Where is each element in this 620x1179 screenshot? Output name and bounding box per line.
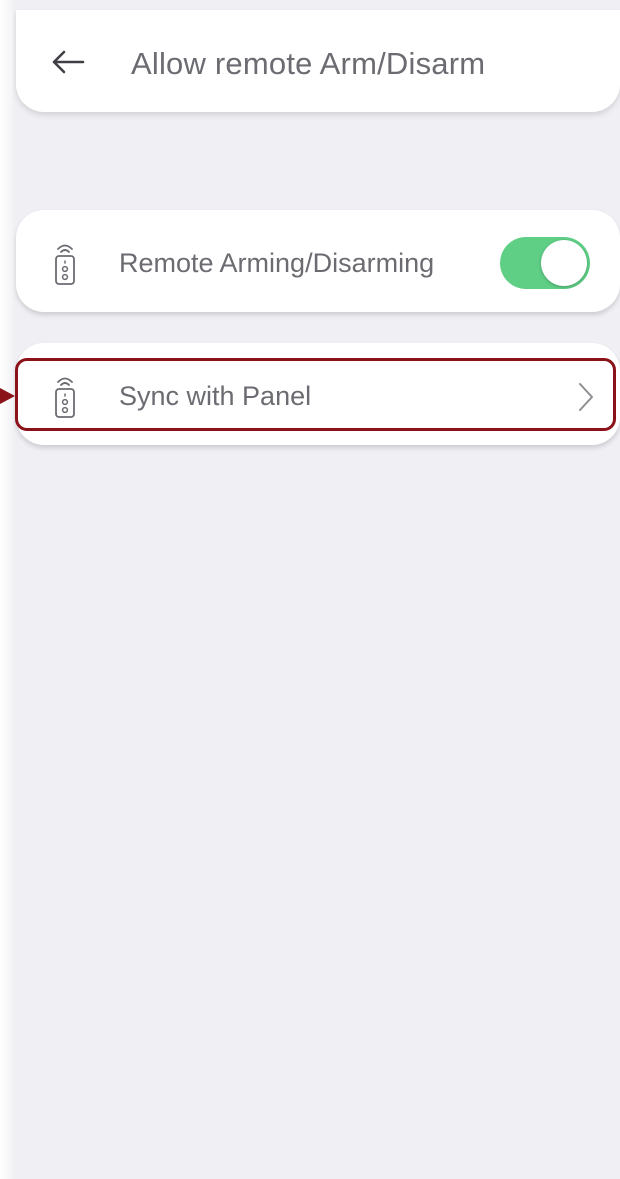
chevron-right-icon xyxy=(579,383,593,411)
left-edge xyxy=(0,0,13,1179)
arrow-left-icon xyxy=(52,50,85,74)
toggle-knob xyxy=(541,240,587,286)
pointer-arrow-icon xyxy=(0,388,15,404)
remote-arming-toggle[interactable] xyxy=(500,237,590,289)
remote-arming-row: Remote Arming/Disarming xyxy=(16,210,620,312)
sync-with-panel-label: Sync with Panel xyxy=(119,381,312,411)
sync-with-panel-row[interactable]: Sync with Panel xyxy=(16,343,620,445)
remote-control-icon xyxy=(55,377,75,418)
back-button[interactable] xyxy=(44,42,92,82)
remote-arming-label: Remote Arming/Disarming xyxy=(119,248,435,278)
app-screen: Allow remote Arm/Disarm Remote Arming/Di… xyxy=(13,0,620,1179)
header-bar: Allow remote Arm/Disarm xyxy=(16,10,620,112)
page-title: Allow remote Arm/Disarm xyxy=(131,46,486,81)
remote-control-icon xyxy=(55,244,75,285)
